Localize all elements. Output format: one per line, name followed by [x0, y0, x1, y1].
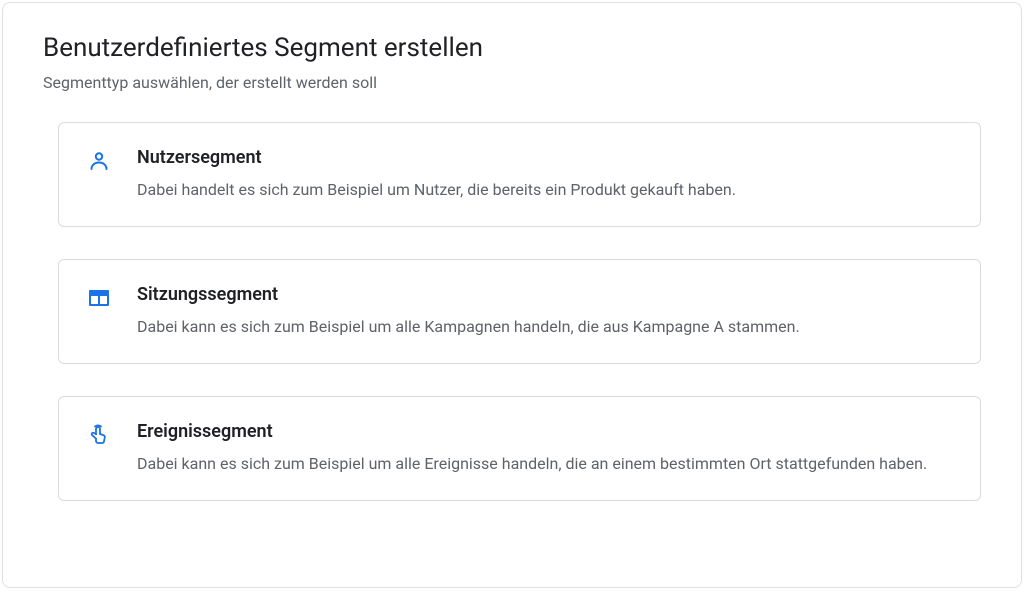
web-icon	[87, 286, 111, 310]
card-title: Ereignissegment	[137, 421, 952, 442]
touch-icon	[87, 423, 111, 447]
card-content: Sitzungssegment Dabei kann es sich zum B…	[137, 284, 952, 339]
card-description: Dabei kann es sich zum Beispiel um alle …	[137, 315, 952, 339]
card-content: Ereignissegment Dabei kann es sich zum B…	[137, 421, 952, 476]
page-subtitle: Segmenttyp auswählen, der erstellt werde…	[43, 73, 981, 92]
card-description: Dabei kann es sich zum Beispiel um alle …	[137, 452, 952, 476]
segment-card-user[interactable]: Nutzersegment Dabei handelt es sich zum …	[58, 122, 981, 227]
person-icon	[87, 149, 111, 173]
segment-card-event[interactable]: Ereignissegment Dabei kann es sich zum B…	[58, 396, 981, 501]
card-title: Sitzungssegment	[137, 284, 952, 305]
page-title: Benutzerdefiniertes Segment erstellen	[43, 33, 981, 63]
segment-type-list: Nutzersegment Dabei handelt es sich zum …	[43, 122, 981, 501]
card-title: Nutzersegment	[137, 147, 952, 168]
card-description: Dabei handelt es sich zum Beispiel um Nu…	[137, 178, 952, 202]
segment-creation-panel: Benutzerdefiniertes Segment erstellen Se…	[2, 2, 1022, 588]
segment-card-session[interactable]: Sitzungssegment Dabei kann es sich zum B…	[58, 259, 981, 364]
card-content: Nutzersegment Dabei handelt es sich zum …	[137, 147, 952, 202]
